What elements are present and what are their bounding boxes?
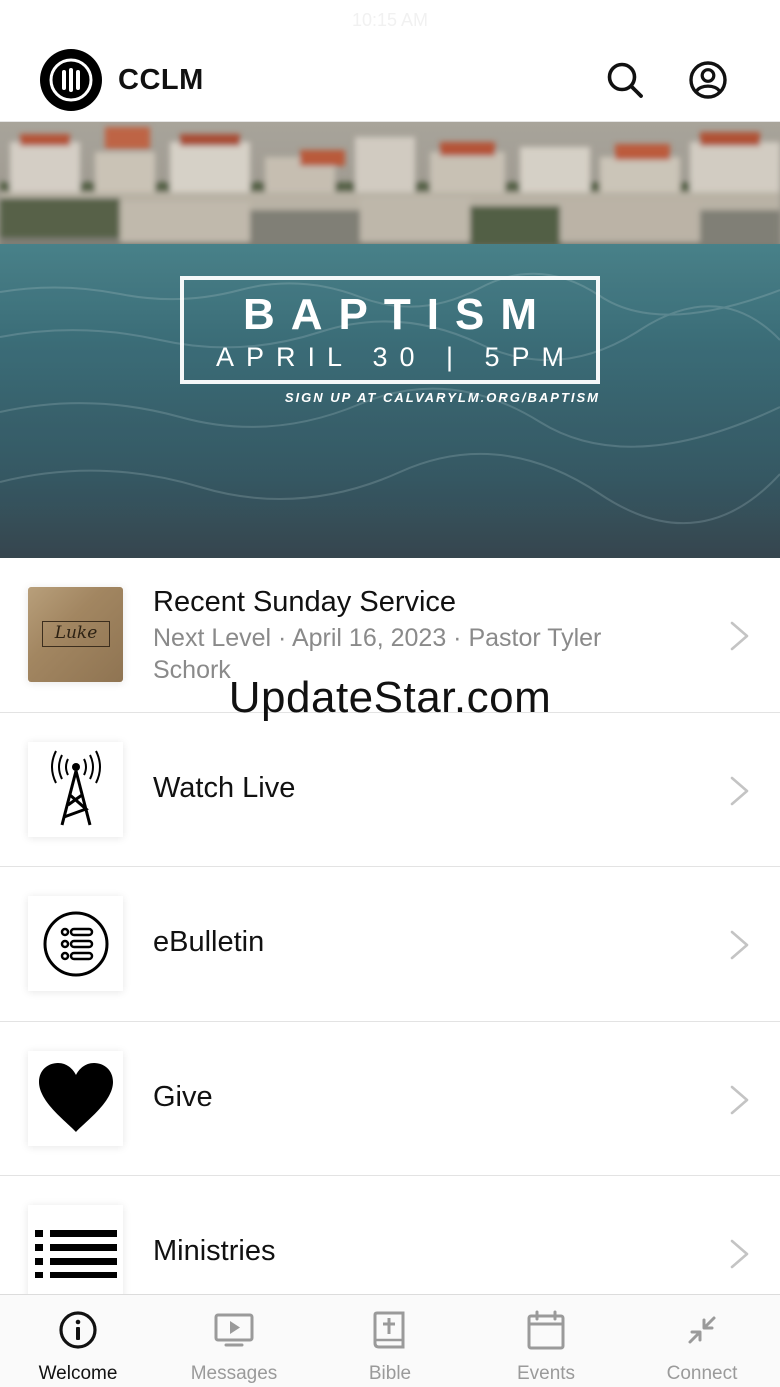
tab-label: Messages bbox=[190, 1363, 278, 1384]
search-icon bbox=[607, 62, 643, 98]
cclm-logo-icon[interactable] bbox=[40, 49, 102, 111]
chevron-right-icon bbox=[730, 1085, 749, 1114]
tab-label: Connect bbox=[666, 1363, 738, 1384]
tab-events[interactable]: Events bbox=[468, 1295, 624, 1387]
menu-item-give[interactable]: Give bbox=[0, 1021, 780, 1176]
account-circle-icon bbox=[689, 61, 727, 99]
sermon-thumbnail-text: Luke bbox=[54, 623, 98, 643]
play-screen-icon bbox=[214, 1313, 254, 1347]
app-header: CCLM bbox=[0, 40, 780, 122]
tab-welcome[interactable]: Welcome bbox=[0, 1295, 156, 1387]
broadcast-tower-icon bbox=[28, 741, 123, 837]
menu-item-title: Give bbox=[153, 1080, 213, 1113]
tab-messages[interactable]: Messages bbox=[156, 1295, 312, 1387]
menu-item-watch-live[interactable]: Watch Live bbox=[0, 712, 780, 867]
watermark-text: UpdateStar.com bbox=[228, 673, 552, 722]
menu-item-title: Watch Live bbox=[153, 771, 296, 804]
profile-button[interactable] bbox=[686, 58, 730, 102]
banner-date: APRIL 30 | 5PM bbox=[215, 342, 577, 372]
list-icon bbox=[28, 1205, 123, 1300]
heart-icon bbox=[28, 1050, 123, 1146]
status-time: 10:15 AM bbox=[351, 10, 429, 30]
info-icon bbox=[59, 1311, 97, 1349]
menu-item-title: Recent Sunday Service bbox=[153, 586, 457, 618]
tab-label: Bible bbox=[368, 1363, 412, 1384]
tab-label: Welcome bbox=[38, 1363, 118, 1384]
status-bar: 10:15 AM bbox=[0, 0, 780, 40]
chevron-right-icon bbox=[730, 930, 749, 960]
chevron-right-icon bbox=[730, 1239, 749, 1269]
tab-connect[interactable]: Connect bbox=[624, 1295, 780, 1387]
chevron-right-icon bbox=[730, 776, 749, 805]
menu-item-title: Ministries bbox=[153, 1235, 276, 1267]
tab-label: Events bbox=[516, 1363, 576, 1384]
search-button[interactable] bbox=[603, 58, 647, 102]
bible-icon bbox=[373, 1311, 405, 1349]
banner-signup-text: SIGN UP AT CALVARYLM.ORG/BAPTISM bbox=[284, 390, 600, 405]
menu-item-ebulletin[interactable]: eBulletin bbox=[0, 867, 780, 1022]
app-title: CCLM bbox=[118, 64, 204, 96]
bottom-tab-bar: Welcome Messages Bible Events Connect bbox=[0, 1294, 780, 1387]
list-circle-icon bbox=[28, 896, 123, 991]
sermon-thumbnail: Luke bbox=[28, 587, 123, 682]
banner-title-box: BAPTISM APRIL 30 | 5PM bbox=[180, 276, 600, 384]
tab-bible[interactable]: Bible bbox=[312, 1295, 468, 1387]
baptism-banner[interactable]: BAPTISM APRIL 30 | 5PM SIGN UP AT CALVAR… bbox=[0, 122, 780, 558]
calendar-icon bbox=[527, 1310, 565, 1350]
chevron-right-icon bbox=[730, 621, 749, 651]
connect-arrows-icon bbox=[688, 1316, 716, 1344]
menu-item-title: eBulletin bbox=[153, 926, 265, 958]
banner-title: BAPTISM bbox=[243, 290, 553, 339]
